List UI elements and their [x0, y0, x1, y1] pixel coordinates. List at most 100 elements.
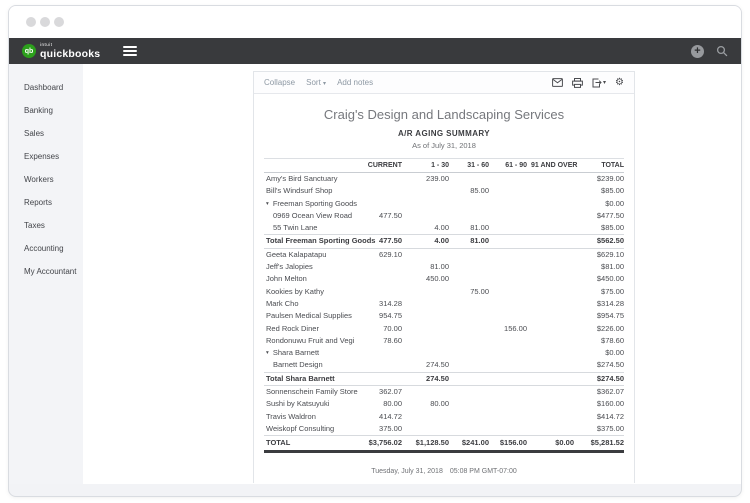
customer-name-cell[interactable]: 0969 Ocean View Road	[264, 210, 359, 222]
customer-name-cell[interactable]: Weiskopf Consulting	[264, 423, 359, 436]
customer-name-cell[interactable]: Jeff's Jalopies	[264, 261, 359, 273]
amount-cell[interactable]: $954.75	[574, 310, 624, 322]
amount-cell[interactable]: $81.00	[574, 261, 624, 273]
browser-window: qb intuit quickbooks + DashboardBankingS…	[8, 5, 742, 497]
amount-cell[interactable]: $477.50	[574, 210, 624, 222]
add-notes-button[interactable]: Add notes	[337, 78, 373, 87]
amount-cell[interactable]: $414.72	[574, 411, 624, 423]
collapse-triangle-icon[interactable]: ▾	[266, 201, 269, 207]
search-icon[interactable]	[716, 45, 728, 57]
amount-cell[interactable]: 156.00	[489, 323, 527, 335]
amount-cell	[402, 286, 449, 298]
amount-cell[interactable]: $239.00	[574, 173, 624, 186]
amount-cell[interactable]: 450.00	[402, 273, 449, 285]
sidebar-item-dashboard[interactable]: Dashboard	[9, 76, 83, 99]
customer-name-cell[interactable]: ▾ Shara Barnett	[264, 347, 359, 359]
customer-name-cell[interactable]: Sushi by Katsuyuki	[264, 398, 359, 410]
amount-cell[interactable]: $85.00	[574, 222, 624, 235]
hamburger-menu-icon[interactable]	[123, 44, 137, 58]
amount-cell[interactable]: $629.10	[574, 248, 624, 261]
amount-cell	[489, 386, 527, 399]
amount-cell[interactable]: $362.07	[574, 386, 624, 399]
amount-cell[interactable]: 75.00	[449, 286, 489, 298]
export-icon[interactable]: ▾	[592, 78, 606, 88]
sidebar-item-accounting[interactable]: Accounting	[9, 237, 83, 260]
gear-icon[interactable]: ⚙	[615, 78, 624, 88]
table-row: Weiskopf Consulting375.00 $375.00	[264, 423, 624, 436]
report-card: Collapse Sort ▾ Add notes ▾	[253, 71, 635, 483]
amount-cell[interactable]: $562.50	[574, 235, 624, 248]
amount-cell[interactable]: $0.00	[574, 347, 624, 359]
amount-cell[interactable]: $375.00	[574, 423, 624, 436]
amount-cell[interactable]: $78.60	[574, 335, 624, 347]
collapse-button[interactable]: Collapse	[264, 78, 295, 87]
amount-cell[interactable]: 629.10	[359, 248, 402, 261]
sidebar-item-my-accountant[interactable]: My Accountant	[9, 260, 83, 283]
amount-cell	[402, 248, 449, 261]
table-row: John Melton 450.00 $450.00	[264, 273, 624, 285]
amount-cell[interactable]: 70.00	[359, 323, 402, 335]
amount-cell[interactable]: 314.28	[359, 298, 402, 310]
customer-name-cell[interactable]: Barnett Design	[264, 359, 359, 372]
customer-name-cell[interactable]: Amy's Bird Sanctuary	[264, 173, 359, 186]
amount-cell[interactable]: $226.00	[574, 323, 624, 335]
amount-cell	[359, 359, 402, 372]
customer-name-cell[interactable]: Mark Cho	[264, 298, 359, 310]
amount-cell[interactable]: $75.00	[574, 286, 624, 298]
customer-name-cell[interactable]: Geeta Kalapatapu	[264, 248, 359, 261]
amount-cell[interactable]: 477.50	[359, 210, 402, 222]
customer-name-cell[interactable]: 55 Twin Lane	[264, 222, 359, 235]
customer-name-cell[interactable]: ▾ Freeman Sporting Goods	[264, 198, 359, 210]
amount-cell	[449, 173, 489, 186]
sidebar-item-reports[interactable]: Reports	[9, 191, 83, 214]
amount-cell[interactable]: 274.50	[402, 359, 449, 372]
create-plus-button[interactable]: +	[691, 45, 704, 58]
amount-cell[interactable]: $160.00	[574, 398, 624, 410]
email-icon[interactable]	[552, 78, 563, 87]
amount-cell[interactable]: $314.28	[574, 298, 624, 310]
collapse-triangle-icon[interactable]: ▾	[266, 350, 269, 356]
customer-name-cell[interactable]: Bill's Windsurf Shop	[264, 185, 359, 197]
customer-name-cell[interactable]: Sonnenschein Family Store	[264, 386, 359, 399]
amount-cell[interactable]: 4.00	[402, 222, 449, 235]
customer-name-cell[interactable]: Rondonuwu Fruit and Vegi	[264, 335, 359, 347]
amount-cell	[359, 198, 402, 210]
customer-name-cell[interactable]: John Melton	[264, 273, 359, 285]
sidebar-item-sales[interactable]: Sales	[9, 122, 83, 145]
table-row: TOTAL$3,756.02$1,128.50$241.00$156.00$0.…	[264, 436, 624, 452]
amount-cell[interactable]: 414.72	[359, 411, 402, 423]
sidebar-item-taxes[interactable]: Taxes	[9, 214, 83, 237]
customer-name-cell[interactable]: Red Rock Diner	[264, 323, 359, 335]
customer-name-cell[interactable]: Paulsen Medical Supplies	[264, 310, 359, 322]
amount-cell[interactable]: 954.75	[359, 310, 402, 322]
amount-cell[interactable]: 85.00	[449, 185, 489, 197]
amount-cell[interactable]: 81.00	[449, 235, 489, 248]
print-icon[interactable]	[572, 78, 583, 88]
amount-cell[interactable]: $85.00	[574, 185, 624, 197]
intuit-label: intuit	[40, 43, 100, 48]
amount-cell[interactable]: $274.50	[574, 372, 624, 385]
amount-cell[interactable]: 81.00	[402, 261, 449, 273]
amount-cell[interactable]: 375.00	[359, 423, 402, 436]
amount-cell	[527, 286, 574, 298]
customer-name-cell[interactable]: Travis Waldron	[264, 411, 359, 423]
amount-cell[interactable]: $274.50	[574, 359, 624, 372]
sort-dropdown[interactable]: Sort ▾	[306, 78, 326, 87]
amount-cell[interactable]: 81.00	[449, 222, 489, 235]
amount-cell[interactable]: $0.00	[574, 198, 624, 210]
amount-cell[interactable]: 80.00	[402, 398, 449, 410]
sidebar-item-workers[interactable]: Workers	[9, 168, 83, 191]
amount-cell[interactable]: 78.60	[359, 335, 402, 347]
amount-cell[interactable]: 80.00	[359, 398, 402, 410]
amount-cell[interactable]: 274.50	[402, 372, 449, 385]
amount-cell	[527, 198, 574, 210]
sidebar-item-banking[interactable]: Banking	[9, 99, 83, 122]
amount-cell[interactable]: $450.00	[574, 273, 624, 285]
amount-cell[interactable]: 239.00	[402, 173, 449, 186]
customer-name-cell[interactable]: Kookies by Kathy	[264, 286, 359, 298]
amount-cell	[527, 298, 574, 310]
table-row: Travis Waldron414.72 $414.72	[264, 411, 624, 423]
amount-cell[interactable]: 4.00	[402, 235, 449, 248]
sidebar-item-expenses[interactable]: Expenses	[9, 145, 83, 168]
amount-cell[interactable]: 362.07	[359, 386, 402, 399]
